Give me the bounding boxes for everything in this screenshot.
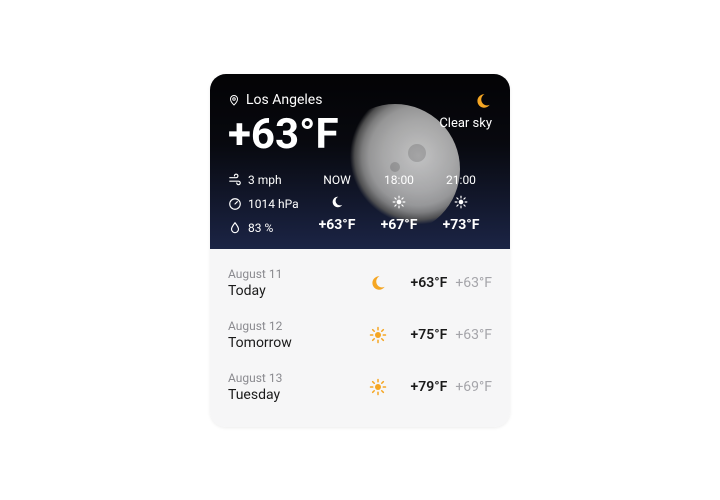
sun-icon [364,378,392,396]
daily-panel: August 11 Today +63°F +63°F August 12 To… [210,249,510,427]
sun-icon [454,195,468,209]
temp-high: +75°F [411,327,448,343]
moon-icon [364,274,392,292]
temp-low: +63°F [455,327,492,343]
condition-text: Clear sky [439,116,492,131]
moon-icon [474,92,492,110]
gauge-icon [228,197,242,211]
wind-stat: 3 mph [228,173,306,187]
hour-temp: +63°F [319,217,356,233]
current-condition: Clear sky [439,92,492,131]
sun-icon [392,195,406,209]
temp-high: +79°F [411,379,448,395]
day-forecast[interactable]: August 12 Tomorrow +75°F +63°F [228,309,492,361]
wind-icon [228,173,242,187]
day-forecast[interactable]: August 11 Today +63°F +63°F [228,257,492,309]
hour-forecast[interactable]: 18:00 +67°F [381,173,418,235]
day-forecast[interactable]: August 13 Tuesday +79°F +69°F [228,361,492,413]
drop-icon [228,221,242,235]
day-left: August 13 Tuesday [228,371,364,403]
day-date: August 11 [228,267,364,281]
hourly-row: NOW +63°F 18:00 +67°F 21:00 [306,173,492,235]
wind-value: 3 mph [248,173,282,187]
hour-label: 18:00 [384,173,414,187]
day-name: Today [228,283,364,299]
hour-forecast[interactable]: 21:00 +73°F [443,173,480,235]
pressure-value: 1014 hPa [248,197,299,211]
sun-icon [364,326,392,344]
temp-high: +63°F [411,275,448,291]
humidity-stat: 83 % [228,221,306,235]
day-temps: +79°F +69°F [392,379,492,395]
day-temps: +75°F +63°F [392,327,492,343]
stats-column: 3 mph 1014 hPa 83 [228,173,306,235]
day-temps: +63°F +63°F [392,275,492,291]
temp-low: +63°F [455,275,492,291]
day-date: August 12 [228,319,364,333]
hour-label: NOW [323,173,350,187]
current-panel: Los Angeles +63°F Clear sky 3 mph [210,74,510,249]
hour-temp: +67°F [381,217,418,233]
hour-label: 21:00 [446,173,476,187]
pressure-stat: 1014 hPa [228,197,306,211]
hour-forecast[interactable]: NOW +63°F [319,173,356,235]
day-name: Tomorrow [228,335,364,351]
day-left: August 12 Tomorrow [228,319,364,351]
day-name: Tuesday [228,387,364,403]
location-name: Los Angeles [246,92,322,108]
day-date: August 13 [228,371,364,385]
weather-card: Los Angeles +63°F Clear sky 3 mph [210,74,510,427]
pin-icon [228,94,240,106]
temp-low: +69°F [455,379,492,395]
day-left: August 11 Today [228,267,364,299]
humidity-value: 83 % [248,221,273,235]
hour-temp: +73°F [443,217,480,233]
moon-icon [330,195,344,209]
details-row: 3 mph 1014 hPa 83 [228,173,492,235]
